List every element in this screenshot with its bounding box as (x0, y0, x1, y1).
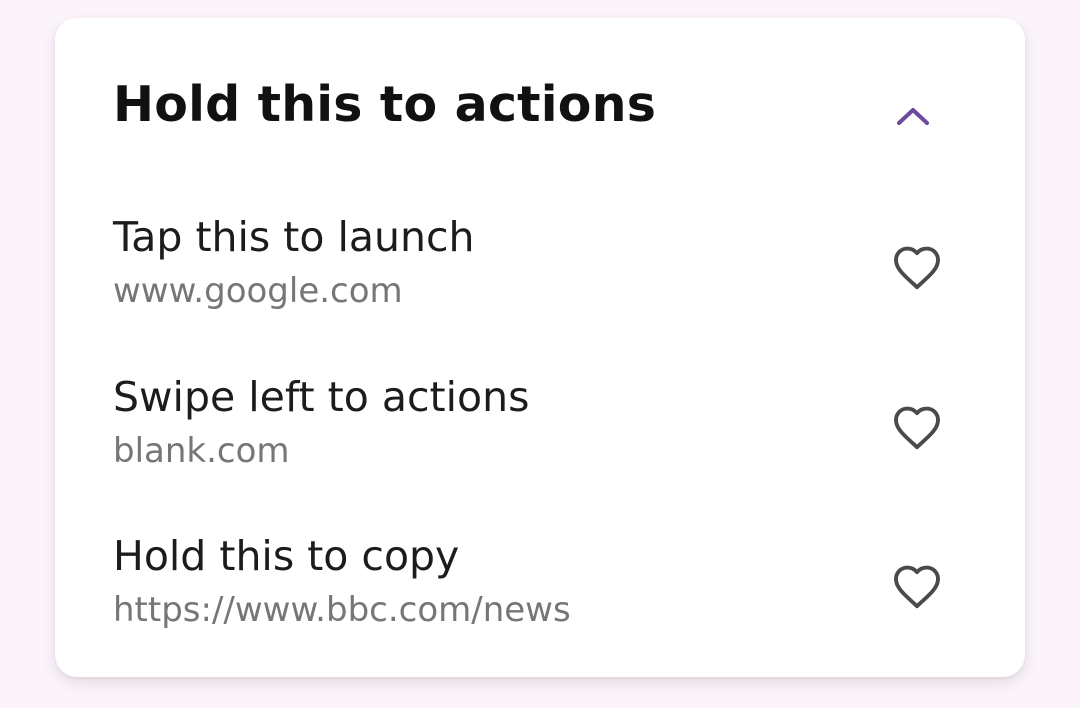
favorite-button[interactable] (885, 235, 949, 299)
heart-outline-icon (894, 246, 940, 290)
item-title: Swipe left to actions (113, 373, 530, 421)
item-url: https://www.bbc.com/news (113, 590, 571, 630)
favorite-button[interactable] (885, 554, 949, 618)
item-title: Tap this to launch (113, 213, 475, 261)
list-item-bbc[interactable]: Hold this to copy https://www.bbc.com/ne… (55, 532, 1025, 682)
collapse-button[interactable] (883, 86, 943, 146)
chevron-up-icon (897, 108, 929, 125)
list-item-blank[interactable]: Swipe left to actions blank.com (55, 373, 1025, 523)
heart-outline-icon (894, 565, 940, 609)
bookmarks-card: Hold this to actions Tap this to launch … (55, 18, 1025, 677)
card-header[interactable]: Hold this to actions (55, 18, 1025, 198)
heart-outline-icon (894, 406, 940, 450)
list-item-google[interactable]: Tap this to launch www.google.com (55, 213, 1025, 363)
item-url: www.google.com (113, 271, 403, 311)
favorite-button[interactable] (885, 395, 949, 459)
item-title: Hold this to copy (113, 532, 460, 580)
item-url: blank.com (113, 431, 290, 471)
card-title: Hold this to actions (113, 76, 657, 133)
